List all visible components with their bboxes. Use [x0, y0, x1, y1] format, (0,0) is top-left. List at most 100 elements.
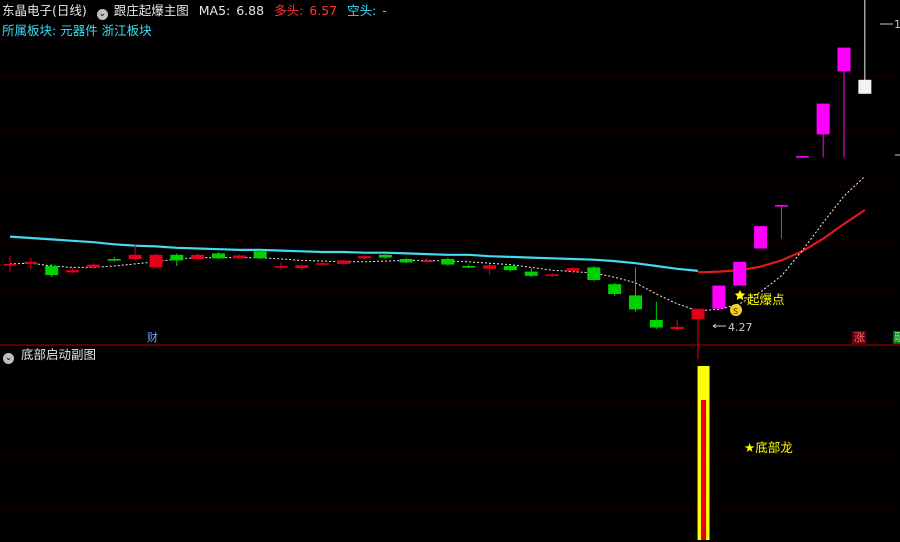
edge-marker: 融	[894, 331, 900, 344]
candle	[357, 254, 371, 260]
stock-name[interactable]: 东晶电子(日线)	[2, 3, 87, 18]
candle	[691, 308, 705, 360]
candle-body	[420, 260, 434, 262]
candle-body	[66, 270, 80, 273]
qibao-signal: S 起爆点	[730, 290, 785, 316]
candle	[420, 258, 434, 264]
candle	[232, 254, 246, 259]
candle	[858, 0, 872, 94]
candle-body	[816, 103, 830, 135]
indicator-name[interactable]: 跟庄起爆主图	[114, 3, 189, 18]
svg-text:4.27: 4.27	[728, 321, 753, 334]
candle-body	[24, 261, 38, 264]
candle	[483, 263, 497, 275]
candle	[24, 257, 38, 270]
candle-body	[483, 265, 497, 269]
signal-bar-inner	[701, 400, 707, 540]
candle-body	[399, 259, 413, 263]
candle-body	[3, 263, 17, 266]
candle-body	[733, 261, 747, 286]
candle	[503, 264, 517, 272]
candle	[66, 268, 80, 273]
sub-panel-title[interactable]: 底部启动副图	[21, 347, 96, 362]
candle	[86, 263, 100, 269]
ma5-value: 6.88	[236, 3, 265, 18]
ma5-line-path	[9, 176, 866, 312]
chevron-down-icon[interactable]: ⌄	[3, 353, 14, 364]
candle-body	[754, 226, 768, 249]
candle	[524, 268, 538, 278]
svg-text:1: 1	[894, 18, 900, 31]
candle	[128, 245, 142, 261]
candle-body	[774, 205, 788, 207]
candle-body	[337, 260, 351, 264]
candle	[712, 285, 726, 309]
candle	[795, 156, 809, 158]
candle	[45, 263, 59, 278]
candle-body	[253, 251, 267, 259]
candle	[545, 273, 559, 278]
sector-values[interactable]: 元器件 浙江板块	[60, 23, 151, 38]
candle-body	[524, 271, 538, 276]
candle	[587, 266, 601, 282]
candle	[212, 252, 225, 259]
candle-body	[45, 266, 59, 276]
candle	[649, 301, 663, 329]
bull-label: 多头:	[274, 3, 304, 18]
candle-body	[670, 326, 684, 329]
candle	[816, 103, 830, 158]
candle-body	[462, 266, 476, 268]
candle	[399, 257, 413, 264]
main-header: 东晶电子(日线) ⌄ 跟庄起爆主图 MA5: 6.88 多头: 6.57 空头:…	[0, 1, 389, 21]
candle-body	[545, 274, 559, 276]
candle-body	[357, 256, 371, 259]
candle	[253, 249, 267, 259]
cyan-line-path	[9, 235, 699, 272]
bottom-dragon-label: ★底部龙	[744, 440, 793, 455]
svg-text:S: S	[733, 307, 738, 316]
top-price-annotation: 1	[880, 18, 900, 156]
candle-body	[566, 268, 580, 271]
candle-body	[503, 266, 517, 271]
candle	[629, 267, 642, 312]
candle-body	[795, 156, 809, 158]
candle-body	[441, 259, 455, 265]
candle	[274, 262, 288, 270]
candle	[670, 319, 684, 331]
candle	[149, 253, 163, 269]
candle	[837, 47, 851, 158]
ma5-line	[9, 176, 866, 312]
zhang-marker[interactable]: 涨	[854, 331, 865, 344]
candle-body	[608, 284, 622, 294]
sector-label: 所属板块:	[2, 23, 57, 38]
chevron-down-icon[interactable]: ⌄	[96, 9, 108, 20]
candle-body	[587, 267, 601, 280]
candle	[107, 256, 121, 262]
candle	[170, 253, 184, 266]
candle-body	[107, 259, 121, 261]
candle-body	[274, 266, 288, 268]
low-price-annotation: 4.27	[712, 321, 753, 334]
sub-panel-header: ⌄ 底部启动副图	[0, 346, 96, 364]
candle-body	[691, 308, 705, 320]
bull-value: 6.57	[309, 3, 338, 18]
candle	[441, 257, 455, 266]
candle-body	[858, 79, 872, 94]
candle-body	[232, 255, 246, 259]
candle-body	[837, 47, 851, 72]
candle	[774, 205, 788, 239]
candle	[337, 260, 351, 265]
ma5-label: MA5:	[198, 3, 231, 18]
star-icon	[734, 290, 746, 300]
candle-body	[316, 263, 330, 265]
candle	[316, 261, 330, 266]
cyan-trend-line	[9, 235, 699, 272]
candle	[733, 261, 747, 286]
candle-body	[170, 254, 184, 261]
qibao-label: 起爆点	[747, 292, 785, 307]
candle	[191, 253, 205, 260]
candle	[378, 254, 392, 259]
cai-marker[interactable]: 财	[147, 330, 158, 344]
candle-body	[149, 254, 163, 268]
candle-body	[128, 254, 142, 259]
